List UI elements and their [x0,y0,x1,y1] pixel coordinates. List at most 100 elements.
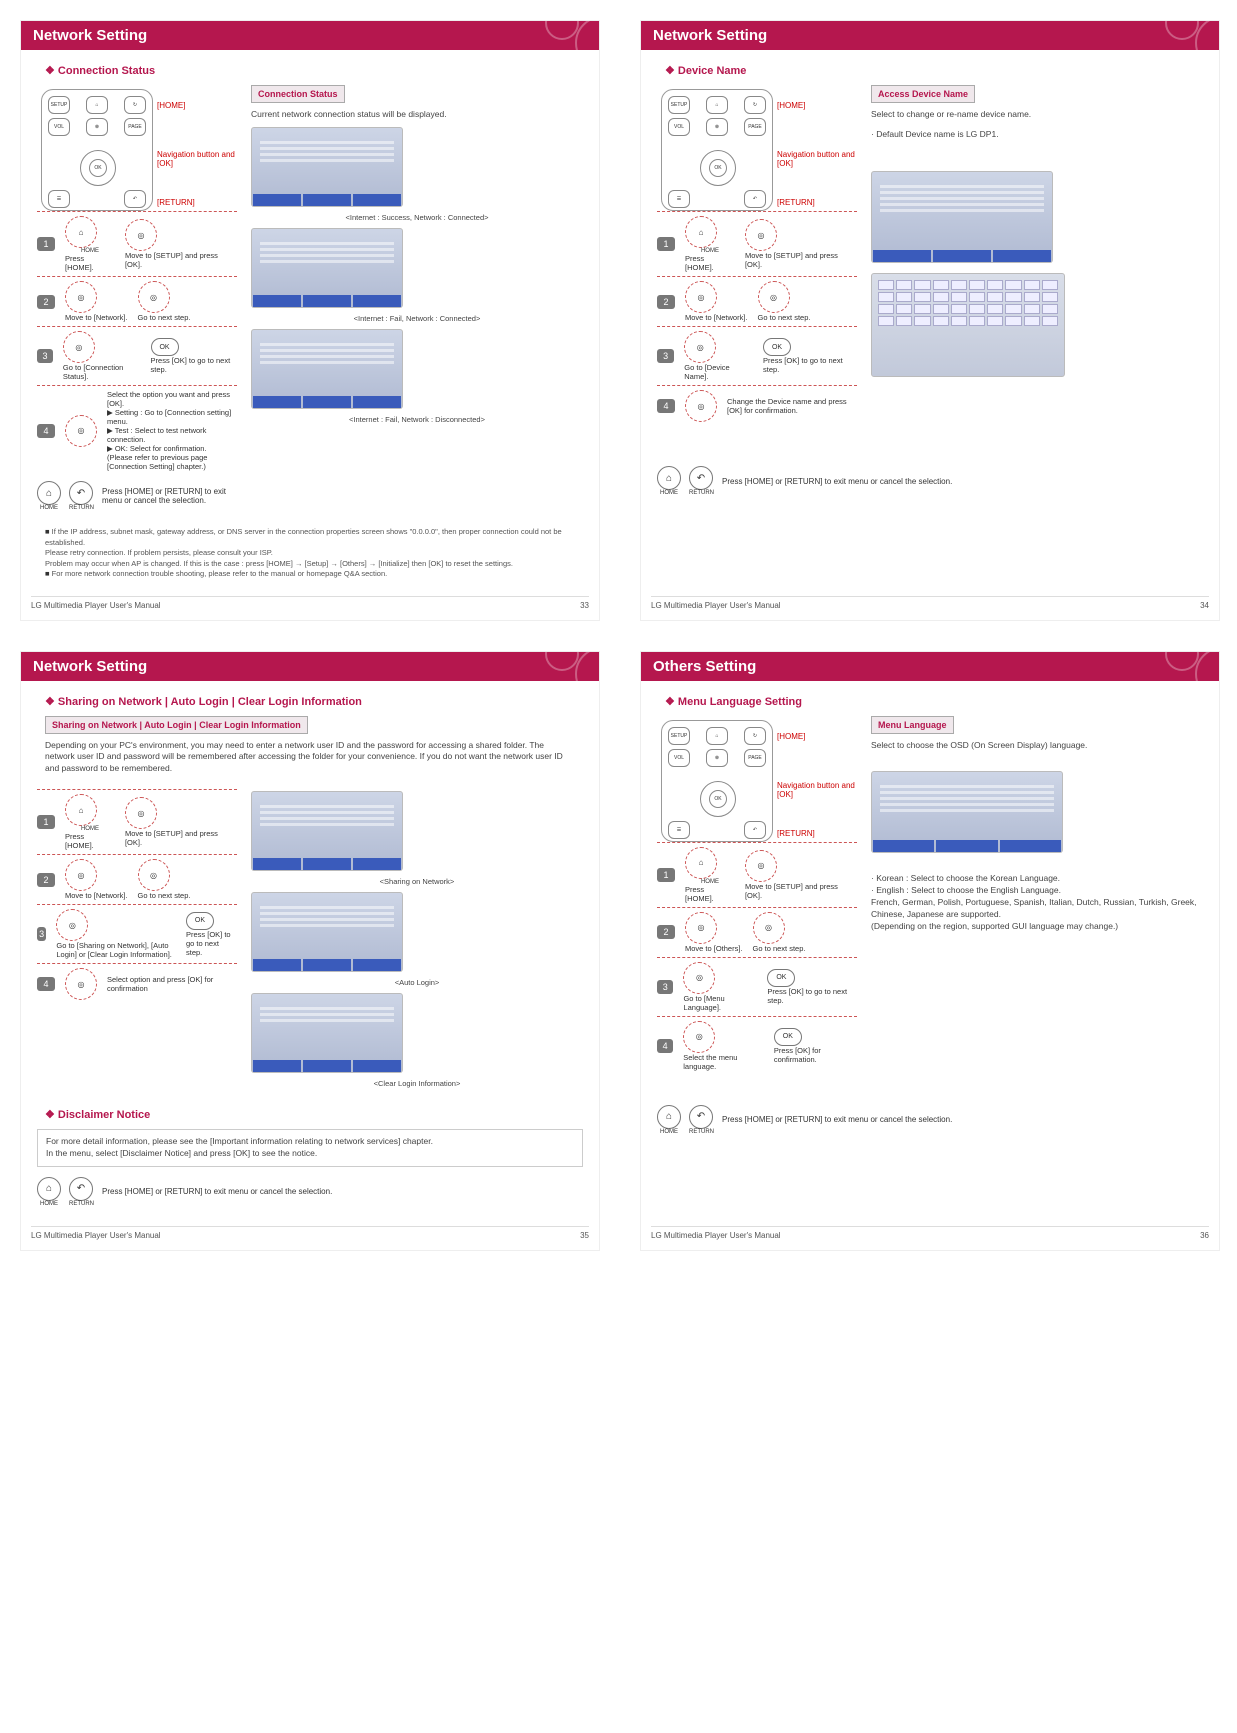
ok-button: OK [709,790,727,808]
panel-title: Menu Language [871,716,954,734]
mute-button: ⊗ [706,118,728,136]
home-icon-small: ⌂ [657,1105,681,1129]
callout-return: [RETURN] [777,198,857,207]
nav-ring: OK [700,150,736,186]
caption-1: <Sharing on Network> [251,877,583,886]
step-2a: Move to [Network]. [65,313,128,322]
caption-2: <Internet : Fail, Network : Connected> [251,314,583,323]
step-4: Change the Device name and press [OK] fo… [727,397,857,415]
remote-diagram: SETUP⌂↻ VOL⊗PAGE OK ☰↶ [661,720,773,842]
menu-button: ☰ [48,190,70,208]
step-number-3: 3 [657,349,674,363]
vol-button: VOL [668,118,690,136]
repeat-button: ↻ [744,727,766,745]
ok-pill: OK [151,338,179,356]
header-title: Others Setting [653,658,756,675]
nav-icon: ◎ [65,281,97,313]
return-button: ↶ [744,821,766,839]
caption-2: <Auto Login> [251,978,583,987]
home-icon: ⌂ [65,216,97,248]
step-4: Select option and press [OK] for confirm… [107,975,237,993]
step-3b: Press [OK] to go to next step. [151,356,237,374]
caption-3: <Internet : Fail, Network : Disconnected… [251,415,583,424]
remote-diagram: SETUP⌂↻ VOL⊗PAGE OK ☰↶ [661,89,773,211]
notes: If the IP address, subnet mask, gateway … [37,521,583,586]
section-subhead: Menu Language Setting [665,695,1203,708]
step-4a: Select the menu language. [683,1053,764,1071]
step-2a: Move to [Network]. [65,891,128,900]
step-number-1: 1 [657,237,675,251]
footer-title: LG Multimedia Player User's Manual [651,601,781,610]
panel-title: Connection Status [251,85,345,103]
page-35: Network Setting Sharing on Network | Aut… [20,651,600,1252]
callout-nav: Navigation button and [OK] [157,150,237,168]
step-1a: Press [HOME]. [65,254,115,272]
page-number: 36 [1200,1231,1209,1240]
page-number: 33 [580,601,589,610]
step-1a: Press [HOME]. [65,832,115,850]
return-label: RETURN [69,1201,94,1207]
header-title: Network Setting [33,658,147,675]
exit-text: Press [HOME] or [RETURN] to exit menu or… [102,487,237,505]
step-2a: Move to [Others]. [685,944,743,953]
home-button-icon: ⌂ [706,96,728,114]
step-3b: Press [OK] to go to next step. [767,987,857,1005]
screenshot-clearlogin [251,993,403,1073]
step-3a: Go to [Device Name]. [684,363,753,381]
remote-diagram: SETUP ⌂ ↻ VOL ⊗ PAGE OK [41,89,153,211]
step-number-4: 4 [37,977,55,991]
header-decoration [1149,652,1219,681]
exit-text: Press [HOME] or [RETURN] to exit menu or… [722,477,952,486]
setup-ring-icon: ◎ [745,219,777,251]
step-3a: Go to [Menu Language]. [683,994,757,1012]
home-label-2: HOME [657,1129,681,1135]
exit-text: Press [HOME] or [RETURN] to exit menu or… [722,1115,952,1124]
step-2b: Go to next step. [753,944,806,953]
step-1a: Press [HOME]. [685,254,735,272]
setup-ring-icon: ◎ [125,797,157,829]
home-icon: ⌂ [685,847,717,879]
step-4: Select the option you want and press [OK… [107,390,237,471]
nav-icon-2: ◎ [753,912,785,944]
home-icon: ⌂ [685,216,717,248]
home-icon-small: ⌂ [657,466,681,490]
home-icon: ⌂ [65,794,97,826]
nav-icon-3: ◎ [56,909,88,941]
nav-icon-2: ◎ [138,859,170,891]
section-subhead: Device Name [665,64,1203,77]
callout-nav: Navigation button and [OK] [777,150,857,168]
exit-text: Press [HOME] or [RETURN] to exit menu or… [102,1187,332,1196]
manual-sheet: Network Setting Connection Status SETUP … [20,20,1220,1251]
step-number-2: 2 [37,873,55,887]
step-1b: Move to [SETUP] and press [OK]. [125,251,237,269]
setup-button: SETUP [668,96,690,114]
step-number-2: 2 [37,295,55,309]
section-subhead: Sharing on Network | Auto Login | Clear … [45,695,583,708]
step-number-1: 1 [37,237,55,251]
page-34: Network Setting Device Name SETUP⌂↻ VOL⊗… [640,20,1220,621]
step-2b: Go to next step. [138,313,191,322]
disclaimer-box: For more detail information, please see … [37,1129,583,1167]
panel-note: · Default Device name is LG DP1. [871,129,1203,141]
step-number-4: 4 [657,1039,673,1053]
step-3b: Press [OK] to go to next step. [763,356,857,374]
panel-body: Select to choose the OSD (On Screen Disp… [871,740,1203,752]
panel-title: Sharing on Network | Auto Login | Clear … [45,716,308,734]
setup-ring-icon: ◎ [125,219,157,251]
step-number-3: 3 [37,349,53,363]
callout-nav: Navigation button and [OK] [777,781,857,799]
page-header: Others Setting [641,652,1219,681]
footer-title: LG Multimedia Player User's Manual [31,601,161,610]
return-icon-small: ↶ [69,1177,93,1201]
header-decoration [529,652,599,681]
ok-pill: OK [186,912,214,930]
step-3b: Press [OK] to go to next step. [186,930,237,957]
nav-icon-2: ◎ [138,281,170,313]
header-title: Network Setting [33,27,147,44]
screenshot-success [251,127,403,207]
home-button-icon: ⌂ [86,96,108,114]
callout-return: [RETURN] [157,198,237,207]
step-2b: Go to next step. [138,891,191,900]
screenshot-menu [871,171,1053,263]
setup-button: SETUP [48,96,70,114]
